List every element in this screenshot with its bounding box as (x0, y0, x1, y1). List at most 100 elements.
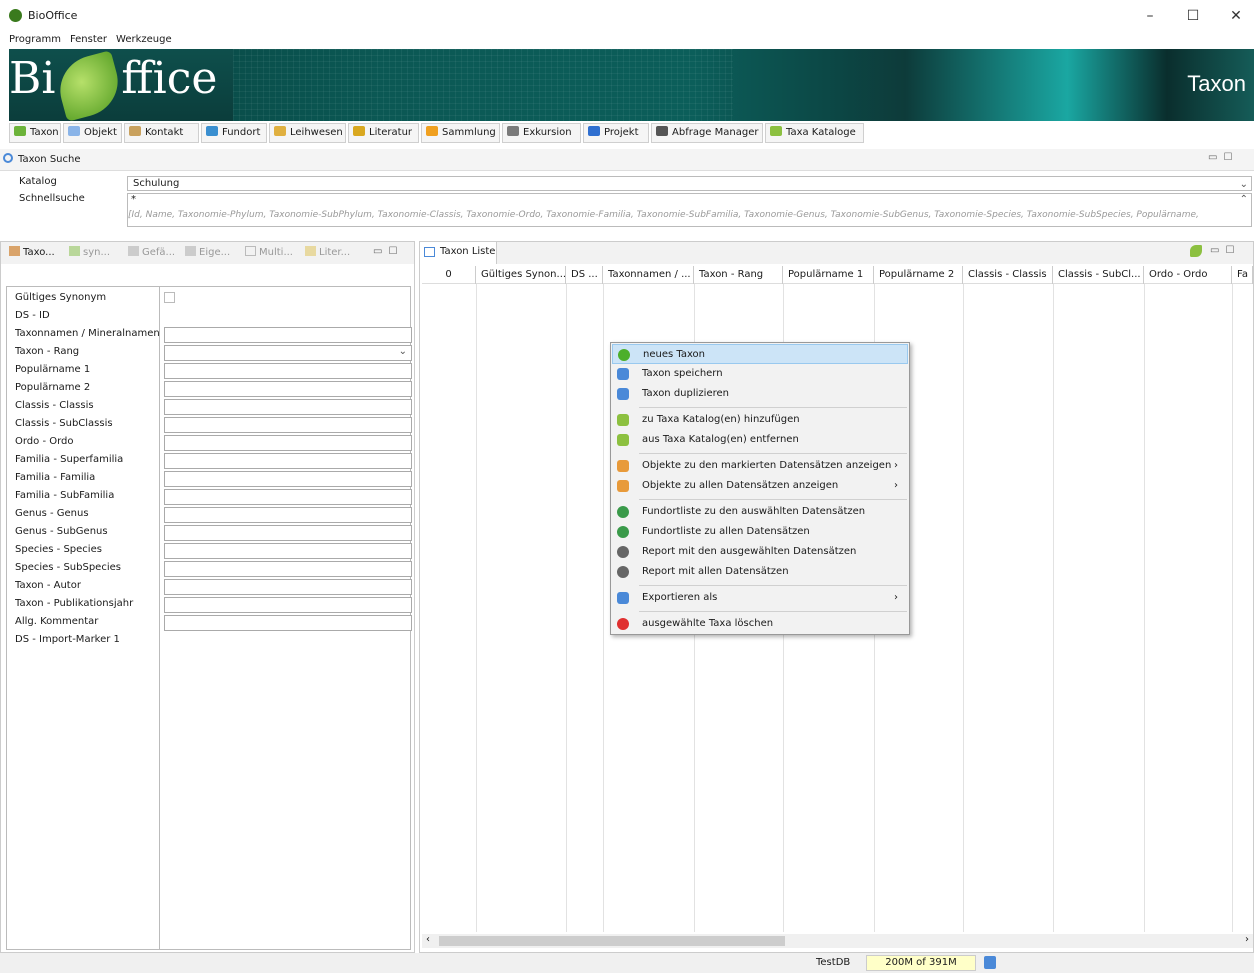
tab-gefaess[interactable]: Gefä... (128, 246, 175, 258)
toolbar-sammlung-button[interactable]: Sammlung (421, 123, 500, 143)
field-input[interactable] (164, 597, 412, 613)
column-header[interactable]: Fa (1232, 266, 1253, 284)
chevron-up-icon[interactable]: ⌃ (1240, 194, 1248, 205)
toolbar-kontakt-button[interactable]: Kontakt (124, 123, 199, 143)
field-input[interactable] (164, 363, 412, 379)
maximize-button[interactable]: ☐ (1177, 4, 1209, 28)
tab-taxon-liste[interactable]: Taxon Liste (420, 242, 497, 264)
tab-taxon[interactable]: Taxo... (9, 246, 55, 258)
scroll-right-icon[interactable]: › (1245, 934, 1249, 945)
menu-item-aus-taxa-katalog-en-entfernen[interactable]: aus Taxa Katalog(en) entfernen (612, 430, 908, 450)
column-header[interactable]: Classis - SubCl... (1053, 266, 1144, 284)
menu-separator (639, 407, 907, 408)
toolbar-taxa-kataloge-button[interactable]: Taxa Kataloge (765, 123, 864, 143)
field-label: Genus - Genus (15, 508, 89, 519)
menu-item-ausgewählte-taxa-löschen[interactable]: ausgewählte Taxa löschen (612, 614, 908, 634)
column-header[interactable]: Classis - Classis (963, 266, 1053, 284)
field-input[interactable] (164, 471, 412, 487)
field-input[interactable] (164, 327, 412, 343)
katalog-select[interactable]: Schulung ⌄ (127, 176, 1252, 191)
tab-eigenschaften[interactable]: Eige... (185, 246, 230, 258)
menu-item-objekte-zu-den-markierten-datensätzen-anzeigen[interactable]: Objekte zu den markierten Datensätzen an… (612, 456, 908, 476)
menu-item-fundortliste-zu-allen-datensätzen[interactable]: Fundortliste zu allen Datensätzen (612, 522, 908, 542)
column-header[interactable]: Taxon - Rang (694, 266, 783, 284)
menu-item-taxon-speichern[interactable]: Taxon speichern (612, 364, 908, 384)
module-icon (588, 126, 600, 136)
panel-window-buttons[interactable]: ▭☐ (1210, 245, 1240, 256)
menu-item-report-mit-den-ausgewählten-datensätzen[interactable]: Report mit den ausgewählten Datensätzen (612, 542, 908, 562)
toolbar-label: Abfrage Manager (672, 127, 759, 138)
menu-item-exportieren-als[interactable]: Exportieren als › (612, 588, 908, 608)
toolbar-taxon-button[interactable]: Taxon (9, 123, 61, 143)
field-input[interactable] (164, 435, 412, 451)
menu-item-report-mit-allen-datensätzen[interactable]: Report mit allen Datensätzen (612, 562, 908, 582)
panel-window-buttons[interactable]: ▭☐ (1208, 152, 1238, 163)
column-header[interactable]: DS ... (566, 266, 603, 284)
menu-item-neues-taxon[interactable]: neues Taxon (612, 344, 908, 364)
module-icon (274, 126, 286, 136)
menu-item-label: aus Taxa Katalog(en) entfernen (642, 434, 799, 445)
chevron-down-icon: ⌄ (398, 346, 407, 357)
field-input[interactable] (164, 507, 412, 523)
taxon-detail-panel: Taxo... syn... Gefä... Eige... Multi... … (0, 241, 415, 953)
module-toolbar: Taxon Objekt Kontakt Fundort Leihwesen Litera… (9, 123, 1254, 143)
toolbar-fundort-button[interactable]: Fundort (201, 123, 267, 143)
toolbar-projekt-button[interactable]: Projekt (583, 123, 649, 143)
leaf-icon[interactable] (1190, 245, 1202, 257)
menu-bar: Programm Fenster Werkzeuge (0, 32, 1254, 48)
field-input[interactable] (164, 543, 412, 559)
tab-synonym[interactable]: syn... (69, 246, 110, 258)
menu-item-taxon-duplizieren[interactable]: Taxon duplizieren (612, 384, 908, 404)
toolbar-literatur-button[interactable]: Literatur (348, 123, 419, 143)
menu-werkzeuge[interactable]: Werkzeuge (116, 32, 172, 48)
menu-fenster[interactable]: Fenster (70, 32, 107, 48)
menu-item-zu-taxa-katalog-en-hinzufügen[interactable]: zu Taxa Katalog(en) hinzufügen (612, 410, 908, 430)
toolbar-label: Projekt (604, 127, 639, 138)
menu-item-label: Exportieren als (642, 592, 718, 603)
column-header[interactable]: Taxonnamen / ... (603, 266, 694, 284)
close-button[interactable]: ✕ (1220, 4, 1252, 28)
menu-programm[interactable]: Programm (9, 32, 61, 48)
field-input[interactable] (164, 561, 412, 577)
field-input[interactable] (164, 579, 412, 595)
rang-select[interactable]: ⌄ (164, 345, 412, 361)
tab-literatur[interactable]: Liter... (305, 246, 350, 258)
toolbar-objekt-button[interactable]: Objekt (63, 123, 122, 143)
column-header[interactable]: Populärname 1 (783, 266, 874, 284)
menu-item-fundortliste-zu-den-auswählten-datensätzen[interactable]: Fundortliste zu den auswählten Datensätz… (612, 502, 908, 522)
column-header[interactable]: 0 (422, 266, 476, 284)
tab-multimedia[interactable]: Multi... (245, 246, 293, 258)
logo: Bi ffice (9, 49, 233, 121)
column-header[interactable]: Populärname 2 (874, 266, 963, 284)
horizontal-scrollbar[interactable]: ‹ › (422, 934, 1253, 948)
field-input[interactable] (164, 489, 412, 505)
toolbar-label: Exkursion (523, 127, 572, 138)
garbage-collect-icon[interactable] (984, 956, 996, 969)
scroll-left-icon[interactable]: ‹ (426, 934, 430, 945)
field-input[interactable] (164, 615, 412, 631)
column-header[interactable]: Ordo - Ordo (1144, 266, 1232, 284)
field-input[interactable] (164, 399, 412, 415)
field-input[interactable] (164, 417, 412, 433)
column-divider (1144, 284, 1145, 932)
scroll-thumb[interactable] (439, 936, 785, 946)
minimize-button[interactable]: – (1134, 4, 1166, 28)
menu-item-objekte-zu-allen-datensätzen-anzeigen[interactable]: Objekte zu allen Datensätzen anzeigen › (612, 476, 908, 496)
memory-usage: 200M of 391M (866, 955, 976, 971)
synonym-checkbox[interactable] (164, 292, 175, 303)
toolbar-exkursion-button[interactable]: Exkursion (502, 123, 581, 143)
submenu-arrow-icon: › (894, 460, 898, 471)
schnellsuche-input[interactable]: * [Id, Name, Taxonomie-Phylum, Taxonomie… (127, 193, 1252, 227)
column-header[interactable]: Gültiges Synon... (476, 266, 566, 284)
panel-window-buttons[interactable]: ▭☐ (373, 246, 403, 257)
toolbar-leihwesen-button[interactable]: Leihwesen (269, 123, 346, 143)
field-input[interactable] (164, 381, 412, 397)
toolbar-abfrage-manager-button[interactable]: Abfrage Manager (651, 123, 763, 143)
field-label: Taxon - Autor (15, 580, 81, 591)
search-fields-hint: [Id, Name, Taxonomie-Phylum, Taxonomie-S… (128, 210, 1199, 220)
menu-item-label: ausgewählte Taxa löschen (642, 618, 774, 629)
katalog-value: Schulung (133, 178, 180, 189)
field-input[interactable] (164, 453, 412, 469)
app-icon (9, 9, 22, 22)
field-input[interactable] (164, 525, 412, 541)
